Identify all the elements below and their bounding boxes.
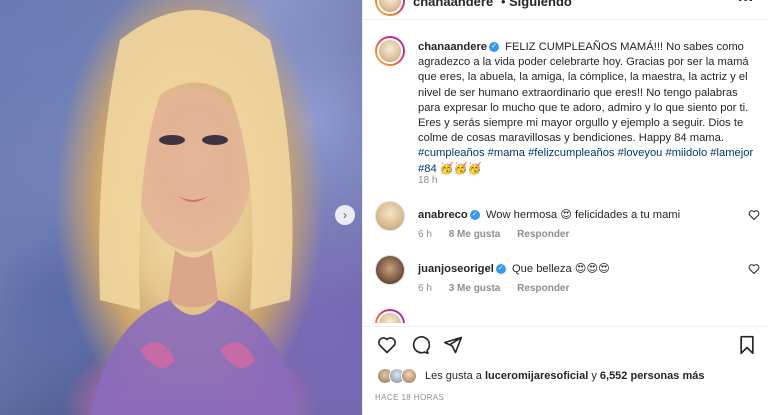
likes-connector: y (591, 370, 597, 382)
caption-time: 18 h (418, 175, 438, 186)
carousel-next-button[interactable]: › (335, 205, 355, 225)
caption-text: FELIZ CUMPLEAÑOS MAMÁ!!! No sabes como a… (418, 41, 749, 145)
share-icon[interactable] (443, 335, 463, 355)
comment-username[interactable]: anabreco (418, 209, 468, 221)
comment-likes[interactable]: 3 Me gusta (449, 283, 501, 294)
reply-button[interactable]: Responder (517, 283, 569, 294)
likes-others[interactable]: 6,552 personas más (600, 370, 705, 382)
caption-text-block: chanaandere ✓ FELIZ CUMPLEAÑOS MAMÁ!!! No… (418, 40, 758, 177)
comment-item: anabreco ✓ Wow hermosa 😍 felicidades a tu… (375, 201, 760, 245)
comment-text: Wow hermosa 😍 felicidades a tu mami (485, 209, 681, 221)
comment-text: Que belleza 😍😍😍 (511, 263, 610, 275)
verified-badge-icon: ✓ (469, 210, 480, 221)
comment-like-heart-icon[interactable] (748, 209, 760, 221)
liker-avatar (401, 368, 417, 384)
comment-meta: 6 h 8 Me gusta Responder (418, 229, 583, 240)
comment-time: 6 h (418, 229, 432, 240)
comment-item-partial (375, 309, 760, 323)
commenter-avatar[interactable] (375, 255, 405, 285)
heart-icon[interactable] (377, 335, 397, 355)
comment-time: 6 h (418, 283, 432, 294)
chevron-right-icon: › (343, 208, 347, 222)
verified-badge-icon: ✓ (489, 42, 500, 53)
comment-icon[interactable] (410, 335, 430, 355)
following-button[interactable]: Siguiendo (509, 0, 572, 9)
post-sidebar: chanaandere • Siguiendo ··· chanaandere ✓… (362, 0, 768, 415)
comment-body: anabreco ✓ Wow hermosa 😍 felicidades a tu… (418, 208, 680, 221)
caption-emojis: 🥳🥳🥳 (439, 162, 482, 175)
verified-badge-icon: ✓ (495, 264, 506, 275)
commenter-avatar[interactable] (375, 201, 405, 231)
likes-summary: Les gusta a luceromijaresoficial y 6,552… (375, 366, 765, 386)
comment-body: juanjoseorigel ✓ Que belleza 😍😍😍 (418, 262, 610, 275)
post-actions-bar (363, 326, 768, 360)
comment-like-heart-icon[interactable] (748, 263, 760, 275)
reply-button[interactable]: Responder (517, 229, 569, 240)
likes-prefix: Les gusta a (425, 370, 482, 382)
post-timestamp: HACE 18 HORAS (375, 393, 445, 402)
author-avatar[interactable] (375, 0, 405, 16)
comment-item: juanjoseorigel ✓ Que belleza 😍😍😍 6 h 3 Me… (375, 255, 760, 299)
separator-dot: • (501, 0, 506, 9)
likes-user[interactable]: luceromijaresoficial (485, 370, 588, 382)
author-username[interactable]: chanaandere (413, 0, 493, 9)
photo-illustration (90, 10, 300, 415)
post-header: chanaandere • Siguiendo ··· (363, 0, 768, 20)
bookmark-icon[interactable] (737, 335, 757, 355)
caption-author-avatar[interactable] (375, 36, 405, 66)
post-photo[interactable]: › (0, 0, 362, 415)
caption-username[interactable]: chanaandere (418, 41, 487, 53)
more-options-icon[interactable]: ··· (738, 0, 754, 10)
commenter-avatar[interactable] (375, 309, 405, 323)
comment-username[interactable]: juanjoseorigel (418, 263, 494, 275)
comment-meta: 6 h 3 Me gusta Responder (418, 283, 583, 294)
comment-likes[interactable]: 8 Me gusta (449, 229, 501, 240)
likes-text: Les gusta a luceromijaresoficial y 6,552… (425, 370, 704, 382)
